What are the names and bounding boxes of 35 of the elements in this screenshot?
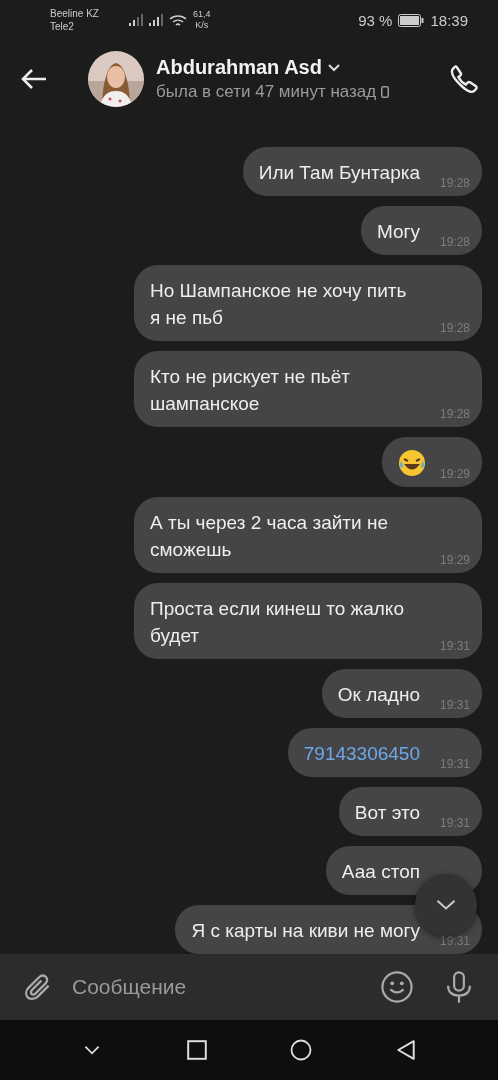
smiley-icon[interactable] xyxy=(380,970,414,1004)
clock: 18:39 xyxy=(430,11,468,29)
back-nav-button[interactable] xyxy=(394,1039,417,1061)
battery-icon xyxy=(398,13,425,27)
message-text: Ок ладно xyxy=(337,683,420,707)
phone-handset-icon[interactable] xyxy=(448,63,480,95)
phone-icon xyxy=(381,86,390,98)
message-text: Могу xyxy=(376,220,420,244)
recents-button[interactable] xyxy=(185,1039,208,1061)
message-text: Или Там Бунтарка xyxy=(258,161,420,185)
message-text: Кто не рискует не пьёт шампанское xyxy=(150,365,351,416)
home-button[interactable] xyxy=(290,1039,313,1061)
message-text: Я с карты на киви не могу xyxy=(191,919,420,943)
carrier-name: Beeline KZ xyxy=(50,7,99,20)
battery-percent: 93 % xyxy=(358,11,393,29)
message-text: Ааа стоп xyxy=(341,860,420,884)
chevron-down-icon[interactable] xyxy=(435,899,457,911)
message-input[interactable]: Сообщение xyxy=(68,967,352,1007)
signal-icon xyxy=(128,14,143,26)
network-speed: 61,4 xyxy=(192,9,211,20)
back-arrow-icon[interactable] xyxy=(20,67,48,91)
last-seen-status: была в сети 47 минут назад xyxy=(156,82,377,102)
message-text: Вот это xyxy=(354,801,420,825)
wifi-icon xyxy=(168,13,187,27)
contact-name[interactable]: Abdurahman Asd xyxy=(156,56,322,79)
message-text: Проста если кинеш то жалко будет xyxy=(150,597,405,648)
phone-number-link[interactable]: 79143306450 xyxy=(303,740,420,767)
message-input-bar[interactable]: Сообщение xyxy=(0,954,498,1020)
message-text: Но Шампанское не хочу пить я не пьб xyxy=(150,279,408,330)
message-text: А ты через 2 часа зайти не сможешь xyxy=(150,511,389,562)
signal-icon xyxy=(148,14,163,26)
carrier-name: Tele2 xyxy=(50,20,75,33)
laughing-emoji-icon xyxy=(398,449,426,477)
chevron-down-icon[interactable] xyxy=(327,63,340,72)
network-speed-unit: K/s xyxy=(195,20,209,31)
